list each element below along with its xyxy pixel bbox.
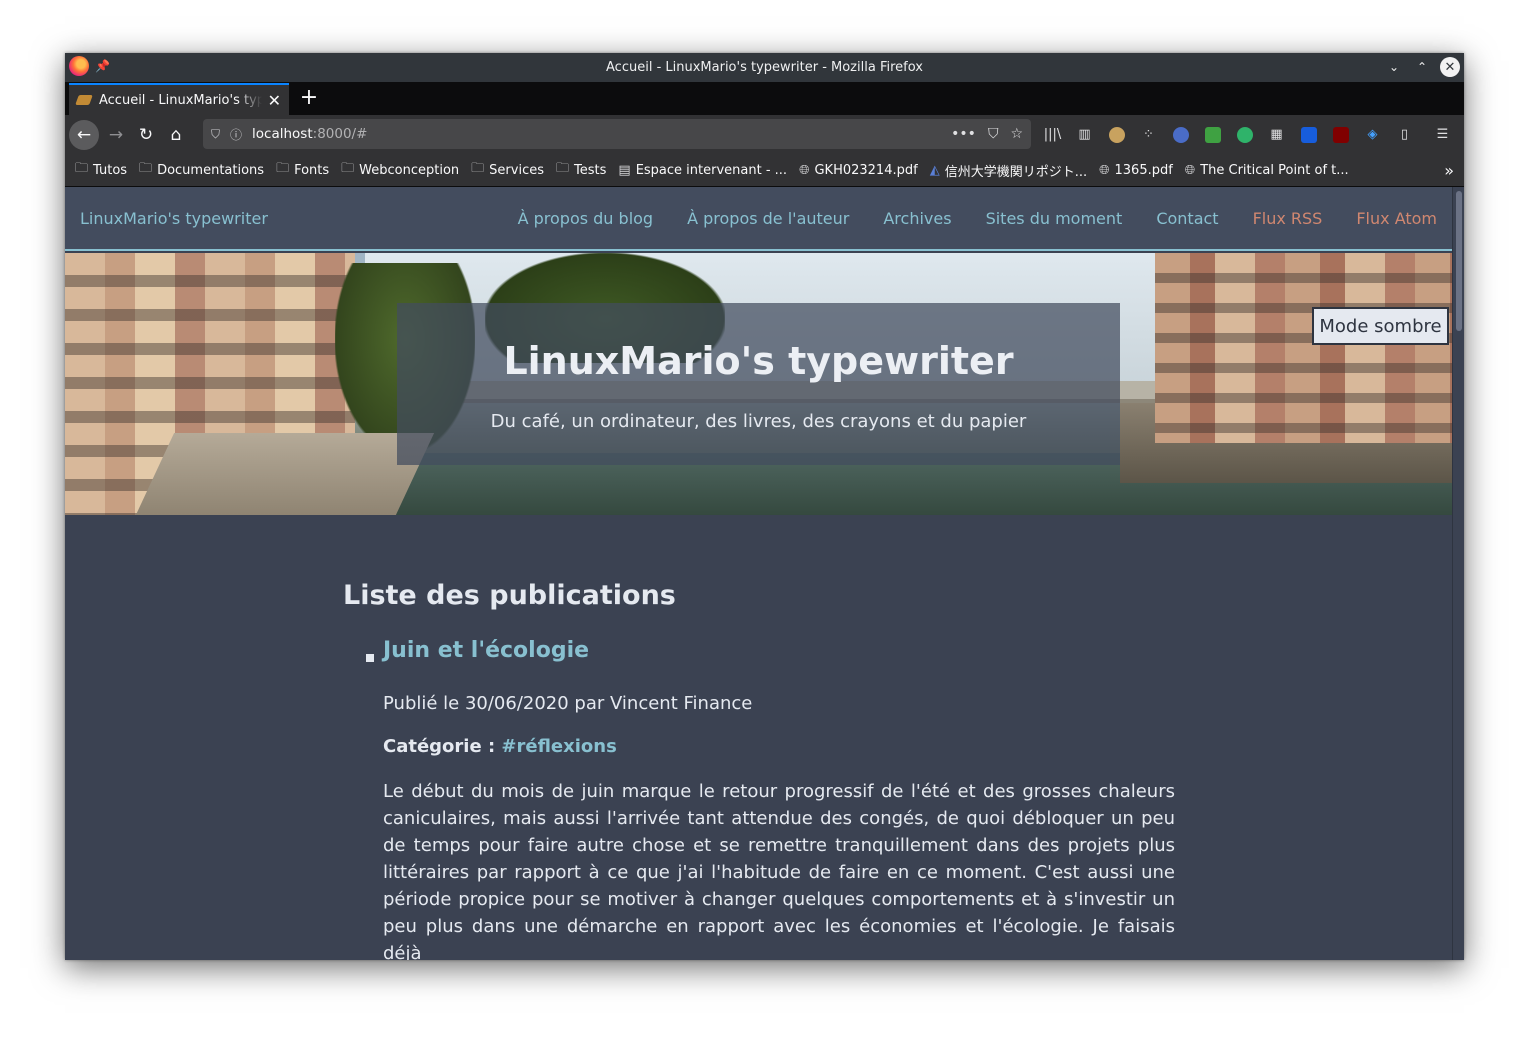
nav-link-about-author[interactable]: À propos de l'auteur [687,209,849,228]
sync-icon[interactable] [1233,123,1256,146]
back-button[interactable]: ← [69,119,99,150]
bookmark-item[interactable]: ▤ Espace intervenant - ... [618,163,787,178]
hero-buildings-right [1155,253,1452,443]
vpn-globe-icon[interactable] [1169,123,1192,146]
url-bar-actions: ••• ⛉ ☆ [951,126,1023,142]
site-info-icon[interactable]: ⓘ [230,126,242,143]
forward-button[interactable]: → [101,120,131,150]
bookmark-star-icon[interactable]: ☆ [1010,126,1023,142]
post-meta: Publié le 30/06/2020 par Vincent Finance [383,693,753,714]
folder-icon: 🗀 [556,161,570,176]
typewriter-favicon-icon [75,95,93,105]
folder-icon: 🗀 [276,161,290,176]
bookmark-item[interactable]: 🗀 Tutos [75,159,127,181]
bookmark-item[interactable]: ◭ 信州大学機関リポジト... [930,161,1087,180]
close-window-icon[interactable]: ✕ [1440,57,1460,77]
bitwarden-icon[interactable] [1297,123,1320,146]
tracking-shield-icon[interactable]: ⛉ [211,127,220,142]
page-scrollbar[interactable] [1452,187,1464,960]
dark-mode-button[interactable]: Mode sombre [1312,307,1449,345]
extension-green-icon[interactable] [1201,123,1224,146]
scrollbar-thumb[interactable] [1456,191,1462,331]
account-avatar-icon[interactable] [1105,123,1128,146]
post-category: Catégorie : #réflexions [383,736,1175,757]
url-bar[interactable]: ⛉ ⓘ localhost:8000/# ••• ⛉ ☆ [203,119,1031,149]
url-host: localhost [252,126,313,142]
globe-icon: 🌐︎ [1184,162,1196,178]
folder-icon: 🗀 [139,161,153,176]
new-tab-button[interactable]: + [297,85,321,110]
browser-window: 📌 Accueil - LinuxMario's typewriter - Mo… [65,53,1464,960]
publications-heading: Liste des publications [343,580,676,611]
hero-title: LinuxMario's typewriter [503,339,1014,383]
toolbar-icons: |||\ ▥ ⁘ ▦ ◈ ▯ ☰ [1041,123,1454,146]
page-icon: ▤ [618,162,631,178]
close-tab-icon[interactable]: ✕ [268,91,281,110]
globe-icon: 🌐︎ [799,162,810,178]
devtools-diamond-icon[interactable]: ◈ [1361,123,1384,146]
nav-link-rss[interactable]: Flux RSS [1253,209,1323,228]
folder-icon: 🗀 [341,161,355,176]
bookmarks-bar: 🗀 Tutos 🗀 Documentations 🗀 Fonts 🗀 Webconcep… [65,154,1464,187]
bookmark-item[interactable]: 🗀 Services [471,159,544,181]
site-navbar: LinuxMario's typewriter À propos du blog… [65,187,1452,251]
globe-icon: 🌐︎ [1099,162,1110,178]
nav-link-archives[interactable]: Archives [883,209,951,228]
menu-hamburger-icon[interactable]: ☰ [1431,123,1454,146]
nav-link-contact[interactable]: Contact [1156,209,1218,228]
extensions-grid-icon[interactable]: ▦ [1265,123,1288,146]
library-icon[interactable]: |||\ [1041,123,1064,146]
window-title: Accueil - LinuxMario's typewriter - Mozi… [606,60,923,75]
nav-link-about-blog[interactable]: À propos du blog [518,209,654,228]
tab-active[interactable]: Accueil - LinuxMario's typewriter ✕ [69,83,289,115]
tab-label: Accueil - LinuxMario's typewriter [99,92,262,108]
publications-section: Liste des publications Juin et l'écologi… [343,580,1175,960]
list-item: Juin et l'écologie Publié le 30/06/2020 … [343,638,1175,960]
list-bullet [366,654,374,662]
folder-icon: 🗀 [471,161,485,176]
repository-icon: ◭ [929,162,940,178]
bookmark-item[interactable]: 🌐︎ The Critical Point of t... [1185,163,1349,178]
url-rest: :8000/# [312,126,368,142]
title-bar-left: 📌 [69,56,110,76]
title-bar: 📌 Accueil - LinuxMario's typewriter - Mo… [65,53,1464,82]
nav-link-sites[interactable]: Sites du moment [986,209,1123,228]
pin-icon[interactable]: 📌 [95,59,110,73]
reload-button[interactable]: ↻ [131,120,161,150]
minimize-icon[interactable]: ⌄ [1384,57,1404,77]
site-nav-links: À propos du blog À propos de l'auteur Ar… [518,209,1437,228]
post-title-link[interactable]: Juin et l'écologie [383,638,1175,663]
hero-subtitle: Du café, un ordinateur, des livres, des … [490,411,1027,432]
site-brand-link[interactable]: LinuxMario's typewriter [80,209,268,228]
post-excerpt: Le début du mois de juin marque le retou… [383,781,1175,960]
page-icon[interactable]: ▯ [1393,123,1416,146]
maximize-icon[interactable]: ⌃ [1412,57,1432,77]
pocket-icon[interactable]: ⛉ [988,126,999,142]
window-controls: ⌄ ⌃ ✕ [1384,57,1460,77]
tab-strip: Accueil - LinuxMario's typewriter ✕ + [65,82,1464,115]
category-tag-link[interactable]: #réflexions [501,736,616,757]
bookmark-item[interactable]: 🗀 Documentations [139,159,264,181]
ublock-icon[interactable] [1329,123,1352,146]
bookmark-item[interactable]: 🗀 Tests [556,159,606,181]
sidebar-icon[interactable]: ▥ [1073,123,1096,146]
screenshot-icon[interactable]: ⁘ [1137,123,1160,146]
nav-link-atom[interactable]: Flux Atom [1356,209,1437,228]
folder-icon: 🗀 [75,161,89,176]
hero-quay [135,433,435,515]
home-button[interactable]: ⌂ [161,120,191,150]
category-label: Catégorie : [383,736,502,757]
hero-banner: LinuxMario's typewriter Du café, un ordi… [65,253,1452,515]
page-viewport: LinuxMario's typewriter À propos du blog… [65,187,1452,960]
firefox-logo-icon[interactable] [69,56,89,76]
bookmark-item[interactable]: 🗀 Fonts [276,159,329,181]
bookmarks-overflow-icon[interactable]: » [1444,161,1454,180]
bookmark-item[interactable]: 🗀 Webconception [341,159,459,181]
bookmark-item[interactable]: 🌐︎ 1365.pdf [1099,163,1173,178]
hero-title-box: LinuxMario's typewriter Du café, un ordi… [397,303,1120,465]
bookmark-item[interactable]: 🌐︎ GKH023214.pdf [799,163,918,178]
page-actions-icon[interactable]: ••• [951,126,976,142]
navigation-toolbar: ← → ↻ ⌂ ⛉ ⓘ localhost:8000/# ••• ⛉ ☆ |||… [65,115,1464,154]
